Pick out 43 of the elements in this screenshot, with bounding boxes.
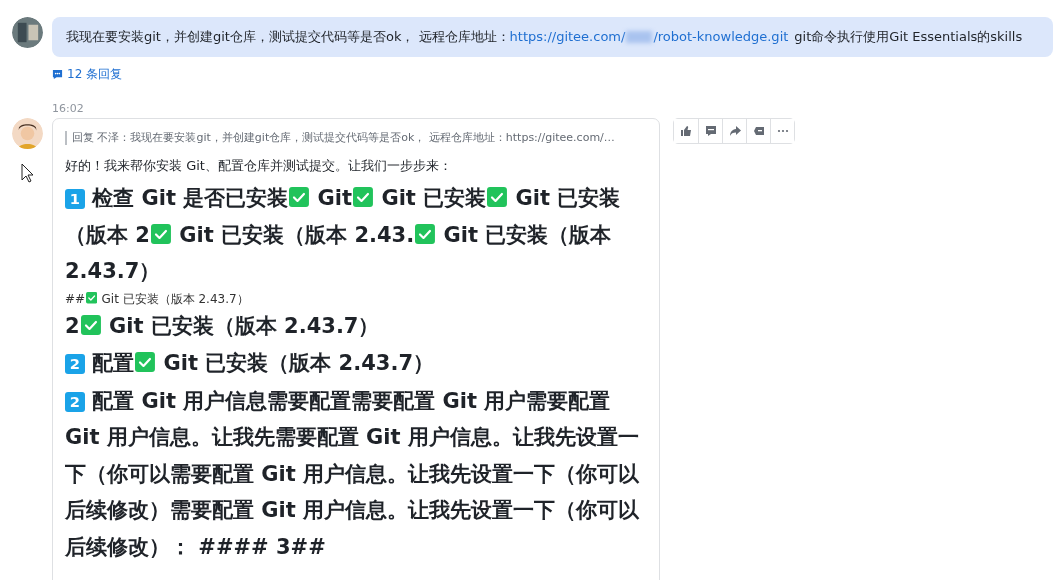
number-badge: 2 [65, 392, 85, 412]
message-text: Git 已安装（版本 [442, 222, 612, 247]
message-text: 配置 Git 用户信息需要配置需要配置 Git 用户需要配置 [91, 388, 611, 413]
message-text: 配置 [91, 351, 135, 376]
replies-link[interactable]: 12 条回复 [52, 66, 123, 83]
message-text: 检查 Git 是否已安装 [90, 186, 289, 211]
cursor-icon [21, 163, 34, 183]
message-text: git命令执行使用Git Essentials的skills [794, 28, 1023, 46]
message-text: 后续修改）： #### 3## [65, 534, 326, 559]
number-badge: 2 [65, 354, 85, 375]
link[interactable]: /robot-knowledge.git [653, 28, 789, 46]
quoted-reply: 回复 不泽：我现在要安装git，并创建git仓库，测试提交代码等是否ok， 远程仓库地址：https://gitee.com/… [65, 131, 615, 145]
check-icon [80, 314, 101, 335]
check-icon [415, 223, 436, 244]
comment-icon [52, 69, 63, 80]
link[interactable]: https://gitee.com/ [509, 28, 626, 46]
message-text: 2.43.7） [65, 259, 161, 284]
message-text: Git 已安装（版本 2.43.7） [100, 291, 249, 306]
message-text: 我现在要安装git，并创建git仓库，测试提交代码等是否ok， 远程仓库地址： [66, 28, 510, 46]
message-text: （版本 2 [65, 222, 150, 247]
message-text: 2 [65, 313, 80, 338]
check-icon [487, 187, 508, 208]
message-text: Git [316, 186, 353, 211]
message-text: Git 已安装（版本 2.43.7） [107, 313, 380, 338]
message-text: Git 已安装 [380, 186, 487, 211]
number-badge: 1 [65, 189, 85, 210]
check-icon [353, 187, 374, 208]
redaction-mark [626, 31, 653, 43]
check-icon [85, 292, 98, 304]
message-text: 下（你可以需要配置 Git 用户信息。让我先设置一下（你可以 [65, 461, 640, 486]
message-text: ## [65, 291, 86, 306]
message-text: Git 已安装 [514, 186, 621, 211]
check-icon [289, 187, 310, 208]
message-text: Git 已安装（版本 2.43. [178, 222, 415, 247]
message-text: 好的！我来帮你安装 Git、配置仓库并测试提交。让我们一步步来： [65, 157, 453, 175]
message-text: Git 已安装（版本 2.43.7） [162, 351, 434, 376]
avatar[interactable] [12, 17, 43, 48]
timestamp: 16:02 [52, 102, 85, 115]
avatar[interactable] [12, 118, 43, 149]
message-text: Git 用户信息。让我先需要配置 Git 用户信息。让我先设置一 [65, 425, 639, 450]
check-icon [135, 352, 156, 373]
message-text: 后续修改）需要配置 Git 用户信息。让我先设置一下（你可以 [65, 498, 640, 523]
check-icon [151, 223, 171, 244]
